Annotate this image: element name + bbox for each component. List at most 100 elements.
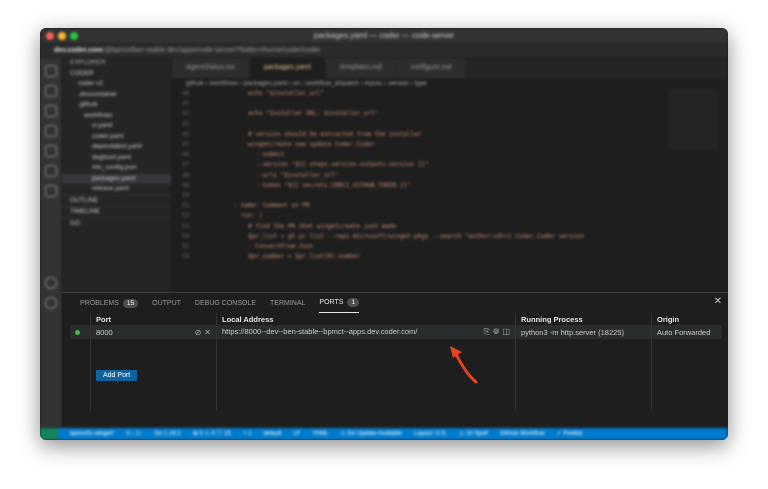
- line-number: 55: [182, 243, 190, 251]
- breadcrumb[interactable]: github › workflows › packages.yaml › on …: [172, 78, 728, 89]
- port-origin: Auto Forwarded: [651, 325, 722, 339]
- column-header-local-address[interactable]: Local Address: [216, 313, 516, 325]
- column-header-running-process[interactable]: Running Process: [515, 313, 652, 325]
- tree-item[interactable]: coder.yaml: [62, 132, 172, 143]
- tree-item[interactable]: dogfood.yaml: [62, 153, 172, 164]
- explorer-icon[interactable]: [45, 65, 57, 77]
- status-item[interactable]: LF: [293, 428, 300, 440]
- run-debug-icon[interactable]: [45, 125, 57, 137]
- maximize-window-button[interactable]: [70, 32, 78, 40]
- close-window-button[interactable]: [46, 32, 54, 40]
- tab-debug-console[interactable]: DEBUG CONSOLE: [195, 293, 256, 313]
- tab-label: OUTPUT: [152, 299, 181, 307]
- copy-address-icon[interactable]: ⎘: [484, 327, 490, 336]
- tree-item[interactable]: ci.yaml: [62, 121, 172, 132]
- status-item[interactable]: ⑂ 1: [243, 428, 252, 440]
- account-icon[interactable]: [45, 277, 57, 289]
- line-text: run: |: [212, 212, 263, 220]
- tree-item[interactable]: mlc_config.json: [62, 163, 172, 174]
- code-line: 45 wingetcreate new update Coder.Coder: [182, 140, 728, 150]
- status-item[interactable]: ⊗ 0 ⚠ 0 ⓘ 15: [193, 428, 231, 440]
- line-text: --version "${{ steps.version.outputs.ver…: [212, 161, 429, 169]
- port-row[interactable]: 8000 ⊘ ✕ https://8000--dev--ben-stable--bp…: [70, 325, 722, 339]
- code-line: 51 - name: Comment on PR: [182, 201, 728, 211]
- line-number: 42: [182, 110, 190, 118]
- tab-ports[interactable]: PORTS 1: [319, 293, 360, 313]
- minimap[interactable]: [668, 90, 718, 150]
- port-label-icon[interactable]: ⊘: [195, 328, 202, 337]
- stop-forwarding-icon[interactable]: ✕: [204, 328, 211, 337]
- line-number: 56: [182, 253, 190, 261]
- tab-templates[interactable]: templates.md: [325, 58, 397, 78]
- window-title: packages.yaml — coder — code-server: [313, 31, 455, 40]
- line-text: echo "$installer_url": [212, 90, 324, 97]
- line-number: 50: [182, 192, 190, 200]
- tree-item[interactable]: release.yaml: [62, 184, 172, 195]
- tab-output[interactable]: OUTPUT: [152, 293, 181, 313]
- timeline-section[interactable]: TIMELINE: [62, 206, 172, 218]
- tree-item[interactable]: CODER: [62, 69, 172, 80]
- column-header-origin[interactable]: Origin: [651, 313, 722, 325]
- tree-item[interactable]: packages.yaml: [62, 173, 172, 184]
- status-item[interactable]: ⚠ Go Update Available: [340, 428, 402, 440]
- code-line: 40 echo "$installer_url": [182, 89, 728, 99]
- tree-item[interactable]: .github: [62, 100, 172, 111]
- outline-section[interactable]: OUTLINE: [62, 194, 172, 207]
- line-text: $pr_list = gh pr list --repo microsoft/w…: [212, 232, 585, 240]
- line-number: 52: [182, 212, 190, 220]
- status-item[interactable]: GitHub Workflow: [500, 428, 545, 440]
- remote-icon[interactable]: [45, 185, 57, 197]
- tab-terminal[interactable]: TERMINAL: [270, 293, 305, 313]
- remote-indicator[interactable]: [40, 428, 58, 440]
- open-in-browser-icon[interactable]: 🌐︎: [493, 327, 499, 336]
- status-item[interactable]: Go 1.19.2: [154, 428, 180, 440]
- annotation-arrow: [450, 346, 478, 384]
- status-item[interactable]: YAML: [312, 428, 328, 440]
- tree-item[interactable]: dependabot.yaml: [62, 142, 172, 153]
- code-line: 54 $pr_list = gh pr list --repo microsof…: [182, 232, 728, 242]
- status-item[interactable]: default: [263, 428, 281, 440]
- line-number: 54: [182, 232, 190, 240]
- bottom-panel: PROBLEMS 15 OUTPUT DEBUG CONSOLE TERMINAL…: [62, 292, 728, 428]
- preview-in-editor-icon[interactable]: ◫: [502, 327, 510, 336]
- url-bar[interactable]: dev.coder.com/@bpmct/ben-stable.dev/apps…: [40, 44, 728, 59]
- code-line: 46 --submit: [182, 150, 728, 160]
- add-port-button[interactable]: Add Port: [96, 369, 138, 381]
- editor: AgentStatus.tsx packages.yaml templates.…: [172, 58, 728, 292]
- go-section[interactable]: GO: [62, 217, 172, 230]
- tab-problems[interactable]: PROBLEMS 15: [80, 293, 139, 313]
- status-bar: bpmct/tz-winget* 0 ↓ 1↑ Go 1.19.2 ⊗ 0 ⚠ 0 ⓘ…: [40, 428, 728, 440]
- vscode-window: packages.yaml — coder — code-server dev.…: [40, 28, 728, 440]
- minimize-window-button[interactable]: [58, 32, 66, 40]
- line-text: # find the PR that wingetcreate just mad…: [212, 222, 397, 230]
- testing-icon[interactable]: [45, 165, 57, 177]
- local-address-link[interactable]: https://8000--dev--ben-stable--bpmct--ap…: [222, 327, 417, 336]
- status-item[interactable]: ✓ Prettier: [557, 428, 583, 440]
- status-item[interactable]: Layout: U.S.: [414, 428, 447, 440]
- tab-configure[interactable]: configure.md: [396, 58, 467, 78]
- tree-item[interactable]: coder v2: [62, 79, 172, 90]
- status-item[interactable]: 0 ↓ 1↑: [126, 428, 142, 440]
- extensions-icon[interactable]: [45, 145, 57, 157]
- status-item[interactable]: bpmct/tz-winget*: [70, 428, 114, 440]
- search-icon[interactable]: [45, 85, 57, 97]
- line-number: 43: [182, 120, 190, 128]
- source-control-icon[interactable]: [45, 105, 57, 117]
- code-area[interactable]: 40 echo "$installer_url" 41 42 echo "Insta…: [172, 89, 728, 262]
- line-text: - name: Comment on PR: [212, 202, 310, 210]
- line-text: echo "Installer URL: $installer_url": [212, 110, 379, 118]
- column-header-port[interactable]: Port: [90, 313, 217, 325]
- line-text: # version should be extracted from the i…: [212, 130, 422, 138]
- tree-item[interactable]: workflows: [62, 111, 172, 122]
- settings-gear-icon[interactable]: [45, 297, 57, 309]
- close-panel-icon[interactable]: ✕: [714, 296, 722, 307]
- status-item[interactable]: ⚠ 10 Spell: [459, 428, 488, 440]
- tab-agentstatus[interactable]: AgentStatus.tsx: [172, 58, 251, 78]
- running-process: python3 -m http.server (18225): [515, 325, 652, 339]
- line-number: 44: [182, 130, 190, 138]
- port-number[interactable]: 8000: [96, 328, 113, 337]
- tree-item[interactable]: .devcontainer: [62, 90, 172, 101]
- code-line: 50: [182, 191, 728, 201]
- tab-packages[interactable]: packages.yaml: [250, 58, 326, 78]
- code-line: 49 --token "${{ secrets.CDRCI_GITHUB_TOK…: [182, 181, 728, 191]
